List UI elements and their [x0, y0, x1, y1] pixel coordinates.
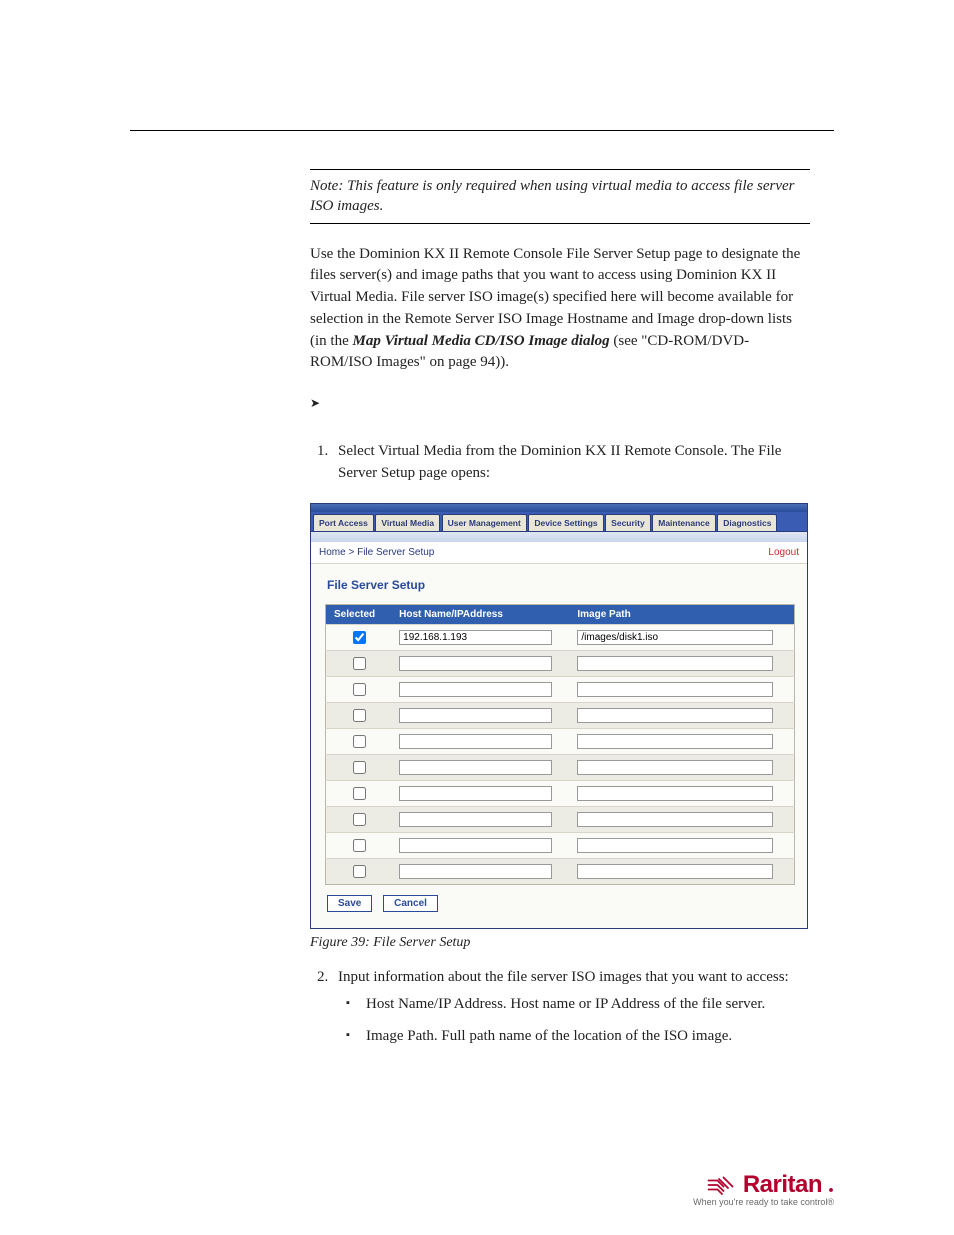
host-input[interactable]: [399, 682, 551, 697]
image-path-input[interactable]: [577, 838, 773, 853]
table-row: [326, 650, 795, 676]
logout-link[interactable]: Logout: [768, 547, 799, 558]
host-input[interactable]: [399, 708, 551, 723]
tab-virtual-media[interactable]: Virtual Media: [375, 514, 440, 531]
tab-device-settings[interactable]: Device Settings: [528, 514, 603, 531]
row-selected-checkbox[interactable]: [353, 709, 366, 722]
app-blueband: [311, 532, 807, 542]
image-path-input[interactable]: [577, 786, 773, 801]
step-2: Input information about the file server …: [332, 967, 810, 1048]
image-path-input[interactable]: [577, 708, 773, 723]
table-row: [326, 832, 795, 858]
brand-footer: Raritan. When you're ready to take contr…: [693, 1171, 834, 1207]
intro-bold: Map Virtual Media CD/ISO Image dialog: [353, 333, 610, 349]
step-1: Select Virtual Media from the Dominion K…: [332, 441, 810, 485]
th-selected: Selected: [326, 604, 392, 624]
row-selected-checkbox[interactable]: [353, 735, 366, 748]
table-row: [326, 702, 795, 728]
host-input[interactable]: [399, 734, 551, 749]
procedure-marker: ➤: [310, 396, 810, 411]
row-selected-checkbox[interactable]: [353, 683, 366, 696]
crumb-home[interactable]: Home: [319, 547, 346, 558]
note-box: Note: This feature is only required when…: [310, 169, 810, 224]
table-row: [326, 728, 795, 754]
host-input[interactable]: [399, 838, 551, 853]
table-row: [326, 858, 795, 884]
table-row: [326, 806, 795, 832]
breadcrumb: Home > File Server Setup Logout: [311, 542, 807, 564]
header-rule: [130, 130, 834, 131]
brand-tagline: When you're ready to take control®: [693, 1197, 834, 1207]
tab-security[interactable]: Security: [605, 514, 651, 531]
row-selected-checkbox[interactable]: [353, 865, 366, 878]
host-input[interactable]: [399, 630, 551, 645]
save-button[interactable]: Save: [327, 895, 372, 912]
figure-caption: Figure 39: File Server Setup: [310, 935, 810, 951]
tab-user-management[interactable]: User Management: [442, 514, 527, 531]
row-selected-checkbox[interactable]: [353, 631, 366, 644]
row-selected-checkbox[interactable]: [353, 787, 366, 800]
image-path-input[interactable]: [577, 864, 773, 879]
crumb-sep: >: [346, 547, 357, 558]
app-tabstrip: Port Access Virtual Media User Managemen…: [311, 512, 807, 532]
brand-logo-icon: [707, 1174, 737, 1196]
app-titlebar: [311, 504, 807, 512]
host-input[interactable]: [399, 656, 551, 671]
image-path-input[interactable]: [577, 812, 773, 827]
host-input[interactable]: [399, 864, 551, 879]
file-server-table: Selected Host Name/IPAddress Image Path: [325, 604, 795, 885]
table-row: [326, 780, 795, 806]
cancel-button[interactable]: Cancel: [383, 895, 438, 912]
note-text: Note: This feature is only required when…: [310, 178, 795, 214]
brand-name: Raritan: [743, 1171, 822, 1199]
tab-diagnostics[interactable]: Diagnostics: [717, 514, 777, 531]
table-row: [326, 676, 795, 702]
steps-list-2: Input information about the file server …: [310, 967, 810, 1048]
host-input[interactable]: [399, 812, 551, 827]
tab-port-access[interactable]: Port Access: [313, 514, 374, 531]
row-selected-checkbox[interactable]: [353, 657, 366, 670]
th-host: Host Name/IPAddress: [391, 604, 569, 624]
bullet-host: Host Name/IP Address. Host name or IP Ad…: [366, 994, 810, 1016]
tab-maintenance[interactable]: Maintenance: [652, 514, 716, 531]
intro-paragraph: Use the Dominion KX II Remote Console Fi…: [310, 244, 810, 375]
image-path-input[interactable]: [577, 630, 773, 645]
image-path-input[interactable]: [577, 760, 773, 775]
host-input[interactable]: [399, 760, 551, 775]
app-heading: File Server Setup: [327, 578, 795, 592]
bullet-path: Image Path. Full path name of the locati…: [366, 1026, 810, 1048]
row-selected-checkbox[interactable]: [353, 813, 366, 826]
image-path-input[interactable]: [577, 656, 773, 671]
app-screenshot: Port Access Virtual Media User Managemen…: [310, 503, 808, 929]
step2-bullets: Host Name/IP Address. Host name or IP Ad…: [338, 994, 810, 1048]
brand-dot: .: [828, 1172, 834, 1199]
table-row: [326, 624, 795, 650]
host-input[interactable]: [399, 786, 551, 801]
row-selected-checkbox[interactable]: [353, 839, 366, 852]
row-selected-checkbox[interactable]: [353, 761, 366, 774]
th-path: Image Path: [569, 604, 794, 624]
crumb-page: File Server Setup: [357, 547, 434, 558]
table-row: [326, 754, 795, 780]
steps-list: Select Virtual Media from the Dominion K…: [310, 441, 810, 485]
image-path-input[interactable]: [577, 734, 773, 749]
image-path-input[interactable]: [577, 682, 773, 697]
